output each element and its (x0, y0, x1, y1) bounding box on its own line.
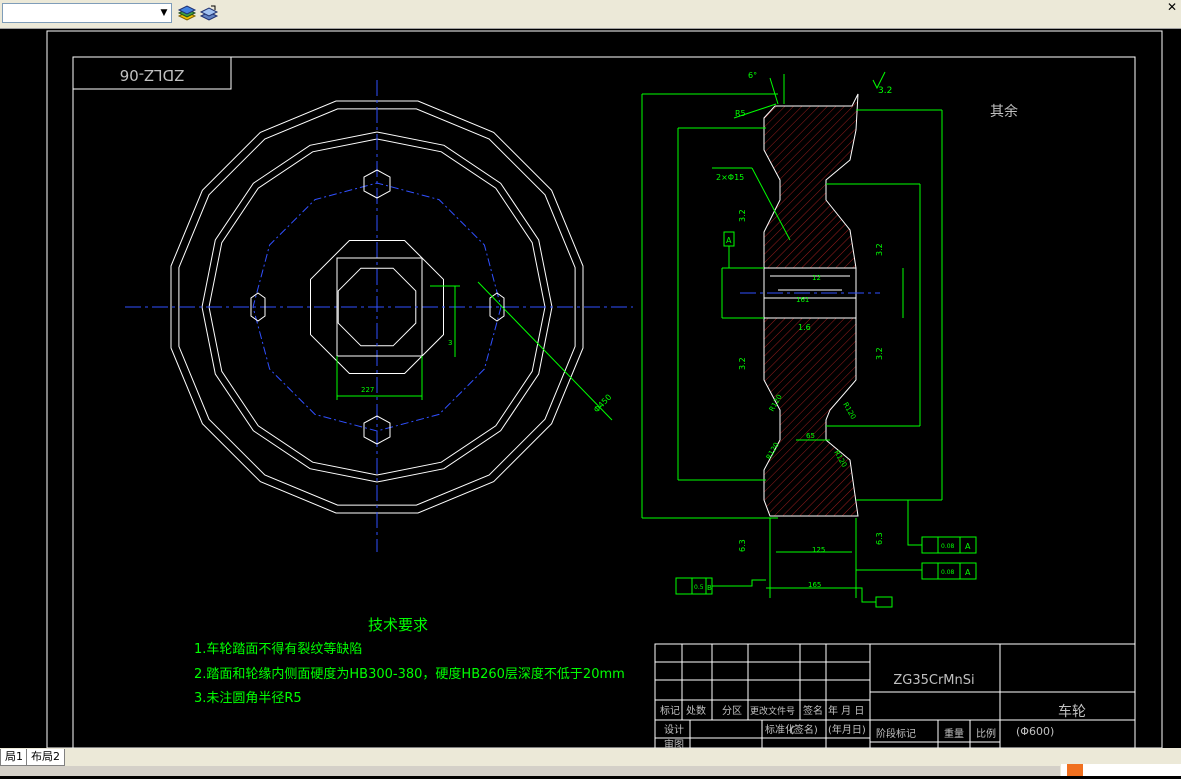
dim-rough-5: 1.6 (798, 323, 811, 332)
tab-layout1[interactable]: 局1 (0, 749, 28, 766)
dim-65-text: 65 (806, 432, 815, 440)
dim-rough-3: 3.2 (875, 243, 884, 256)
tb-review: 审图 (664, 738, 684, 748)
tolerance-ref-2: A (965, 568, 971, 577)
tb-weight: 重量 (944, 727, 964, 740)
tb-standard-sign: (签名) (790, 723, 818, 736)
layer-states-button[interactable] (177, 4, 197, 24)
dim-r5: R5 (735, 109, 746, 118)
leader-b (856, 587, 876, 603)
dim-depth-text: 3 (448, 339, 452, 347)
front-view: 227 3 Φ450 (125, 80, 633, 552)
dim-125-text: 125 (812, 546, 825, 554)
tb-date: 年 月 日 (828, 704, 864, 717)
close-icon[interactable]: ✕ (1165, 0, 1179, 14)
dim-165-text: 165 (808, 581, 821, 589)
tech-item-1: 1.车轮踏面不得有裂纹等缺陷 (194, 641, 362, 657)
section-lower (763, 317, 859, 517)
tb-ymd: (年月日) (828, 723, 866, 736)
datum-b-box (875, 596, 893, 608)
dim-diameter-leader (477, 281, 613, 421)
technical-requirements: 技术要求 1.车轮踏面不得有裂纹等缺陷 2.踏面和轮缘内侧面硬度为HB300-3… (194, 616, 625, 706)
layer-previous-button[interactable] (199, 4, 219, 24)
tb-change-no: 更改文件号 (750, 705, 795, 717)
leader-runout-1 (856, 499, 922, 546)
layers-icon (177, 5, 197, 21)
part-spec: (Φ600) (1016, 725, 1054, 738)
flatness-ref: B (707, 584, 712, 592)
dim-angle: 6° (748, 71, 757, 80)
tb-design: 设计 (664, 723, 684, 736)
flatness-value: 0.5 (694, 584, 704, 591)
ime-toolbar[interactable] (1061, 764, 1181, 776)
ime-logo-icon (1067, 764, 1083, 776)
drawing-canvas[interactable]: ZDLZ-06 227 3 Φ450 A 0.08 A 0.08 A 0.5 B… (0, 29, 1181, 748)
tb-scale: 比例 (976, 727, 996, 740)
material: ZG35CrMnSi (893, 673, 974, 688)
datum-a: A (726, 236, 732, 245)
tech-item-2: 2.踏面和轮缘内侧面硬度为HB300-380，硬度HB260层深度不低于20mm (194, 666, 625, 682)
dim-c12: 12 (812, 274, 821, 282)
tolerance-ref-1: A (965, 542, 971, 551)
section-upper (763, 93, 859, 269)
dim-rough-4: 3.2 (875, 347, 884, 360)
layout-bar: 局1 布局2 (0, 748, 1181, 776)
sheet-border (46, 30, 1163, 748)
tab-layout2[interactable]: 布局2 (26, 749, 65, 766)
tb-sign: 签名 (803, 704, 823, 717)
section-view: A 0.08 A 0.08 A 0.5 B 3.2 其余 R5 6° 2×Φ15… (641, 71, 1018, 608)
layer-previous-icon (199, 5, 219, 21)
dim-r120-b: R120 (841, 401, 857, 421)
cad-toolbar: ▼ ✕ (0, 0, 1181, 29)
tb-stage-mark: 阶段标记 (876, 727, 916, 740)
tb-mark: 标记 (660, 705, 680, 717)
dim-keyway-text: 227 (361, 386, 374, 394)
leader-flatness (712, 579, 766, 587)
dim-holes: 2×Φ15 (716, 173, 744, 182)
status-bar (0, 766, 1060, 776)
dim-161: 161 (796, 296, 809, 304)
angle-line-1 (769, 77, 779, 105)
title-block-text: ZG35CrMnSi 车轮 (Φ600) 标记 处数 分区 更改文件号 签名 年… (660, 673, 1086, 748)
dim-rough-1: 3.2 (738, 209, 747, 222)
tb-zone: 分区 (722, 705, 742, 717)
tolerance-value-2: 0.08 (941, 569, 955, 576)
dim-rough-2: 3.2 (738, 357, 747, 370)
part-name: 车轮 (1058, 703, 1086, 720)
roughness-top: 3.2 (878, 86, 892, 96)
layer-dropdown[interactable]: ▼ (2, 3, 172, 23)
drawing-number: ZDLZ-06 (120, 66, 185, 84)
tech-item-3: 3.未注圆角半径R5 (194, 691, 302, 706)
tolerance-value-1: 0.08 (941, 543, 955, 550)
remainder-roughness: 其余 (990, 103, 1018, 120)
tb-count: 处数 (686, 704, 706, 717)
dim-63-right: 6.3 (875, 532, 884, 545)
chevron-down-icon[interactable]: ▼ (159, 7, 169, 19)
dim-63-left: 6.3 (738, 539, 747, 552)
cad-drawing: ZDLZ-06 227 3 Φ450 A 0.08 A 0.08 A 0.5 B… (46, 30, 1163, 748)
tech-title: 技术要求 (368, 616, 428, 634)
